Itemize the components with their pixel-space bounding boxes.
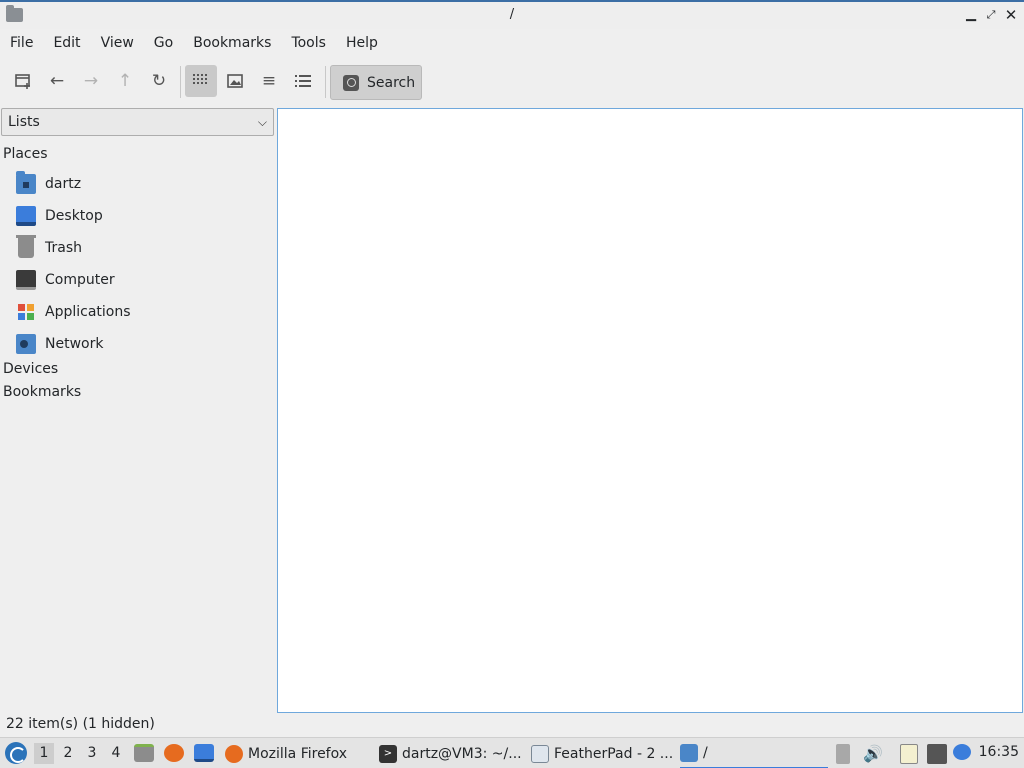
sidebar-item-label: Applications bbox=[45, 304, 131, 320]
task-featherpad[interactable]: FeatherPad - 2 ... bbox=[531, 738, 676, 768]
detailed-list-view-icon[interactable] bbox=[287, 65, 319, 97]
sidebar-item-network[interactable]: Network bbox=[16, 332, 103, 356]
bookmarks-heading[interactable]: Bookmarks bbox=[3, 384, 81, 400]
sidebar-item-trash[interactable]: Trash bbox=[16, 235, 82, 260]
sidebar-item-label: Computer bbox=[45, 272, 115, 288]
task-label: FeatherPad - 2 ... bbox=[554, 745, 674, 762]
task-firefox[interactable]: Mozilla Firefox bbox=[225, 738, 370, 768]
menu-go[interactable]: Go bbox=[148, 35, 179, 51]
sidebar-mode-select[interactable]: Lists ⌵ bbox=[1, 108, 274, 136]
icon-view-icon[interactable] bbox=[185, 65, 217, 97]
task-label: dartz@VM3: ~/... bbox=[402, 745, 522, 762]
forward-arrow-icon[interactable]: → bbox=[75, 65, 107, 97]
file-manager-launcher-icon[interactable] bbox=[134, 744, 154, 762]
start-menu-icon[interactable] bbox=[5, 742, 27, 764]
taskbar: 1 2 3 4 Mozilla Firefox > dartz@VM3: ~/.… bbox=[0, 737, 1024, 768]
update-notifier-icon[interactable] bbox=[953, 744, 971, 760]
thumbnail-view-icon[interactable] bbox=[219, 65, 251, 97]
reload-icon[interactable]: ↻ bbox=[143, 65, 175, 97]
menu-bar: File Edit View Go Bookmarks Tools Help bbox=[0, 29, 1024, 57]
sidebar-item-label: dartz bbox=[45, 176, 82, 192]
title-bar: / ▁ ⤢ ✕ bbox=[0, 0, 1024, 29]
applications-icon bbox=[16, 302, 36, 322]
chevron-down-icon: ⌵ bbox=[257, 115, 267, 129]
sidebar-item-dartz[interactable]: dartz bbox=[16, 171, 82, 196]
new-tab-icon[interactable] bbox=[7, 65, 39, 97]
tray-arrow-icon[interactable] bbox=[836, 744, 850, 764]
clock[interactable]: 16:35 bbox=[979, 744, 1019, 760]
sidebar-item-label: Trash bbox=[45, 240, 82, 256]
toolbar-separator bbox=[325, 66, 326, 98]
status-text: 22 item(s) (1 hidden) bbox=[6, 716, 155, 732]
devices-heading[interactable]: Devices bbox=[3, 361, 58, 377]
workspace-1[interactable]: 1 bbox=[34, 743, 54, 764]
search-button[interactable]: Search bbox=[330, 65, 422, 100]
menu-help[interactable]: Help bbox=[340, 35, 384, 51]
firefox-launcher-icon[interactable] bbox=[164, 744, 184, 762]
sidebar-item-label: Desktop bbox=[45, 208, 103, 224]
trash-icon bbox=[16, 235, 36, 258]
desktop-icon bbox=[16, 206, 36, 226]
task-label: / bbox=[703, 744, 708, 761]
task-label: Mozilla Firefox bbox=[248, 745, 348, 762]
window-title: / bbox=[509, 7, 515, 22]
featherpad-icon bbox=[531, 744, 549, 763]
workspace-2[interactable]: 2 bbox=[58, 743, 78, 764]
search-button-label: Search bbox=[367, 74, 416, 91]
sidebar-item-computer[interactable]: Computer bbox=[16, 268, 115, 292]
task-file-manager[interactable]: / bbox=[680, 738, 828, 768]
back-arrow-icon[interactable]: ← bbox=[41, 65, 73, 97]
search-icon bbox=[343, 74, 359, 91]
menu-tools[interactable]: Tools bbox=[285, 35, 332, 51]
sidebar-item-desktop[interactable]: Desktop bbox=[16, 204, 103, 228]
desktop-launcher-icon[interactable] bbox=[194, 744, 214, 762]
folder-icon bbox=[680, 743, 698, 762]
sidebar-item-label: Network bbox=[45, 336, 104, 352]
volume-icon[interactable]: 🔊 bbox=[863, 744, 883, 764]
task-terminal[interactable]: > dartz@VM3: ~/... bbox=[379, 738, 524, 768]
menu-bookmarks[interactable]: Bookmarks bbox=[187, 35, 277, 51]
menu-view[interactable]: View bbox=[95, 35, 140, 51]
places-heading[interactable]: Places bbox=[3, 146, 48, 162]
computer-icon bbox=[16, 270, 36, 290]
close-icon[interactable]: ✕ bbox=[1002, 6, 1020, 24]
network-status-icon[interactable] bbox=[927, 744, 947, 764]
workspace-4[interactable]: 4 bbox=[106, 743, 126, 764]
sidebar-item-applications[interactable]: Applications bbox=[16, 300, 131, 324]
menu-file[interactable]: File bbox=[4, 35, 39, 51]
workspace-3[interactable]: 3 bbox=[82, 743, 102, 764]
firefox-icon bbox=[225, 744, 243, 763]
toolbar-separator bbox=[180, 66, 181, 98]
clipboard-icon[interactable] bbox=[900, 744, 918, 764]
minimize-icon[interactable]: ▁ bbox=[962, 6, 980, 24]
network-icon bbox=[16, 334, 36, 354]
maximize-icon[interactable]: ⤢ bbox=[982, 6, 1000, 24]
toolbar: ← → ↑ ↻ ≡ Search bbox=[0, 60, 1024, 104]
file-view-pane[interactable] bbox=[277, 108, 1023, 713]
home-folder-icon bbox=[16, 171, 36, 194]
menu-edit[interactable]: Edit bbox=[47, 35, 86, 51]
up-arrow-icon[interactable]: ↑ bbox=[109, 65, 141, 97]
terminal-icon: > bbox=[379, 744, 397, 763]
compact-view-icon[interactable]: ≡ bbox=[253, 65, 285, 97]
sidebar-mode-value: Lists bbox=[8, 114, 40, 130]
